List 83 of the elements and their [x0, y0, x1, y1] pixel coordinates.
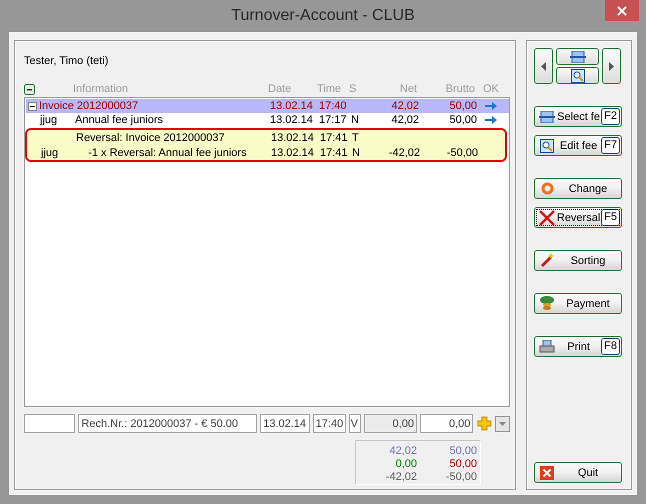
table-cell-text: -1 x Reversal: Annual fee juniors — [87, 146, 247, 158]
dropdown-button[interactable] — [495, 416, 510, 432]
input-field[interactable]: 0,00 — [420, 414, 474, 433]
table-cell: jjug — [41, 146, 58, 158]
list-icon — [570, 50, 586, 62]
table-cell: T — [352, 132, 359, 144]
table-cell: N — [351, 114, 359, 126]
column-header: OK — [482, 83, 500, 95]
caret-icon — [499, 422, 506, 426]
total-value: -50,00 — [444, 470, 477, 482]
action-button[interactable]: Select fe F2 — [534, 106, 622, 127]
total-value: 50,00 — [448, 458, 477, 470]
shortcut-key: F2 — [601, 108, 620, 125]
action-button[interactable]: Print F8 — [534, 336, 622, 357]
table-row[interactable]: jjug Annual fee juniors 13.02.14 17:17 N 42,02 50,00 — [26, 113, 509, 127]
input-field[interactable]: 13.02.14 — [260, 414, 310, 433]
table-cell: N — [352, 146, 360, 158]
left-triangle-icon — [541, 62, 546, 70]
coins-icon — [539, 296, 555, 311]
member-name: Tester, Timo (teti) — [24, 55, 110, 69]
table-row[interactable]: Invoice 2012000037 13.02.14 17:40 42,02 50,00 — [26, 99, 509, 113]
input-field[interactable] — [24, 414, 76, 433]
list-icon — [539, 110, 555, 122]
table-cell: 13.02.14 — [270, 100, 313, 112]
input-field[interactable]: V — [348, 414, 361, 433]
shortcut-key: F7 — [601, 137, 620, 154]
list-button[interactable] — [556, 48, 599, 65]
total-value: -42,02 — [384, 470, 417, 482]
right-triangle-icon — [609, 62, 614, 70]
input-field[interactable]: 17:40 — [312, 414, 346, 433]
wand-icon — [540, 253, 554, 268]
action-button[interactable]: Reversal F5 — [534, 207, 622, 228]
cross-icon — [539, 210, 555, 226]
search-button[interactable] — [556, 67, 599, 84]
search-icon — [570, 68, 584, 82]
collapse-all-icon[interactable] — [24, 84, 35, 94]
next-button[interactable] — [602, 48, 621, 84]
table-cell: 50,00 — [449, 100, 477, 112]
total-value: 50,00 — [448, 444, 477, 456]
close-button[interactable] — [605, 0, 639, 21]
table-cell: 42,02 — [391, 100, 419, 112]
printer-icon — [539, 340, 555, 354]
table-cell: -42,02 — [388, 146, 420, 158]
search-icon — [540, 138, 554, 152]
plus-icon[interactable] — [477, 416, 492, 431]
column-header: S — [349, 83, 358, 95]
collapse-icon[interactable] — [28, 102, 37, 110]
table-cell: 13.02.14 — [270, 114, 313, 126]
column-header: Information — [73, 83, 130, 95]
table-cell: 13.02.14 — [271, 146, 314, 158]
table-cell: jjug — [40, 114, 58, 126]
table-cell: 17:41 — [320, 146, 348, 158]
input-field[interactable]: Rech.Nr.: 2012000037 - € 50.00 — [78, 414, 258, 433]
table-cell: 17:41 — [320, 132, 348, 144]
action-button[interactable]: Sorting — [534, 250, 622, 271]
window-title: Turnover-Account - CLUB — [231, 7, 415, 25]
table-cell: Reversal: Invoice 2012000037 — [76, 132, 225, 144]
table-row[interactable]: Reversal: Invoice 2012000037 13.02.14 17:41 T — [25, 128, 507, 145]
action-button[interactable]: Payment — [534, 293, 622, 314]
table-cell: -50,00 — [446, 146, 478, 158]
action-button[interactable]: Change — [534, 178, 622, 199]
close-icon — [617, 6, 627, 16]
table-cell: 17:17 — [319, 114, 347, 126]
shortcut-key: F8 — [601, 338, 620, 355]
column-header: Date — [268, 83, 292, 95]
table-cell: 17:40 — [319, 100, 347, 112]
action-button[interactable]: Edit fee F7 — [534, 135, 622, 156]
column-header: Net — [398, 83, 417, 95]
ring-icon — [540, 182, 554, 195]
table-cell: 50,00 — [449, 114, 477, 126]
table-cell: Invoice 2012000037 — [39, 100, 138, 112]
total-value: 42,02 — [388, 444, 417, 456]
shortcut-key: F5 — [601, 209, 620, 226]
previous-button[interactable] — [534, 48, 553, 84]
table-cell: 13.02.14 — [271, 132, 314, 144]
table-row[interactable]: jjug -1 x Reversal: Annual fee juniors 13.02.14 17:41 N -42,02 -50,00 — [25, 145, 507, 162]
action-button[interactable]: Quit — [534, 462, 622, 483]
table-cell: 42,02 — [391, 114, 419, 126]
total-value: 0,00 — [394, 458, 417, 470]
close-icon — [540, 466, 554, 480]
column-header: Brutto — [444, 83, 475, 95]
column-header: Time — [317, 83, 342, 95]
table-cell: Annual fee juniors — [75, 114, 164, 126]
